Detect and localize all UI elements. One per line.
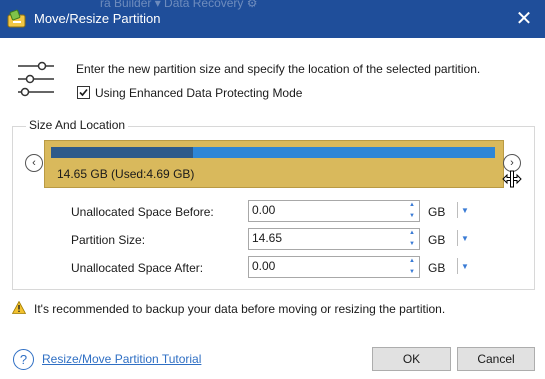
spin-down-icon[interactable]: ▼ — [405, 212, 419, 221]
unit-dropdown-icon[interactable]: ▼ — [461, 262, 471, 272]
window-title: Move/Resize Partition — [34, 11, 161, 26]
unit-dropdown-icon[interactable]: ▼ — [461, 206, 471, 216]
unallocated-after-label: Unallocated Space After: — [71, 261, 204, 275]
partition-size-field-label: Partition Size: — [71, 233, 146, 247]
help-icon[interactable]: ? — [13, 349, 34, 370]
unallocated-before-unit: GB — [428, 205, 446, 219]
partition-size-label: 14.65 GB (Used:4.69 GB) — [57, 167, 195, 181]
unallocated-before-input[interactable] — [249, 201, 402, 219]
warning-icon — [12, 301, 26, 314]
enhanced-protect-label[interactable]: Using Enhanced Data Protecting Mode — [95, 86, 302, 100]
intro-text: Enter the new partition size and specify… — [76, 62, 481, 76]
unallocated-before-label: Unallocated Space Before: — [71, 205, 214, 219]
partition-size-spinner[interactable]: ▲ ▼ — [248, 228, 420, 250]
partition-size-unit: GB — [428, 233, 446, 247]
spin-down-icon[interactable]: ▼ — [405, 240, 419, 249]
unallocated-after-unit: GB — [428, 261, 446, 275]
unallocated-before-spinner[interactable]: ▲ ▼ — [248, 200, 420, 222]
unit-separator — [457, 202, 458, 218]
unit-separator — [457, 230, 458, 246]
spin-down-icon[interactable]: ▼ — [405, 268, 419, 277]
warning-text: It's recommended to backup your data bef… — [34, 302, 446, 316]
enhanced-protect-checkbox[interactable] — [77, 86, 90, 99]
tutorial-link[interactable]: Resize/Move Partition Tutorial — [42, 352, 201, 366]
unallocated-after-input[interactable] — [249, 257, 402, 275]
background-window-title: ra Builder ▾ Data Recovery ⚙ — [100, 0, 258, 10]
partition-used-bar — [51, 147, 194, 158]
unit-dropdown-icon[interactable]: ▼ — [461, 234, 471, 244]
sliders-icon — [18, 61, 54, 97]
chevron-left-icon[interactable]: ‹ — [25, 154, 43, 172]
cancel-button[interactable]: Cancel — [457, 347, 535, 371]
resize-cursor-icon[interactable] — [502, 170, 522, 188]
close-icon[interactable]: ✕ — [511, 6, 537, 32]
checkmark-icon — [79, 88, 88, 97]
size-location-title: Size And Location — [26, 118, 129, 132]
partition-tool-icon — [7, 9, 26, 28]
unit-separator — [457, 258, 458, 274]
unallocated-after-spinner[interactable]: ▲ ▼ — [248, 256, 420, 278]
ok-button[interactable]: OK — [372, 347, 451, 371]
partition-size-input[interactable] — [249, 229, 402, 247]
spin-up-icon[interactable]: ▲ — [405, 201, 419, 210]
spin-up-icon[interactable]: ▲ — [405, 229, 419, 238]
title-bar: ra Builder ▾ Data Recovery ⚙ Move/Resize… — [0, 0, 545, 38]
spin-up-icon[interactable]: ▲ — [405, 257, 419, 266]
